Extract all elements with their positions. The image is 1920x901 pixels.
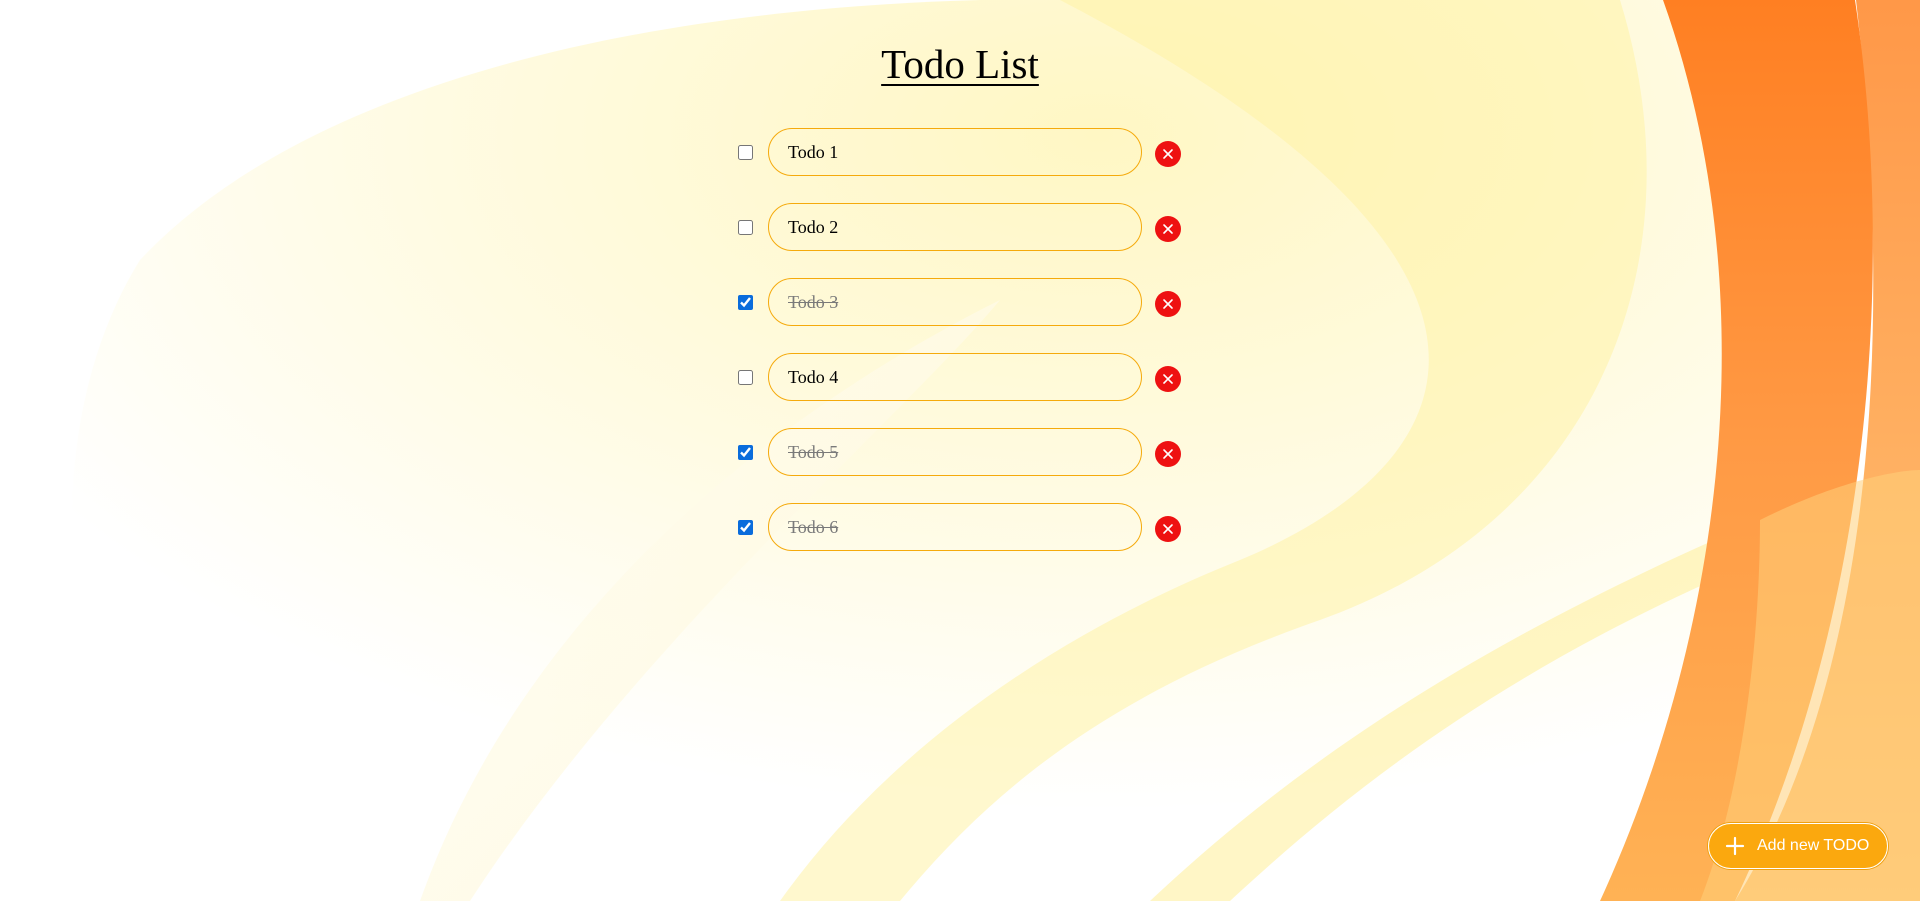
delete-todo-button[interactable] [1155, 441, 1181, 467]
todo-item [738, 353, 1184, 403]
close-icon [1163, 299, 1173, 309]
page-title: Todo List [881, 41, 1039, 87]
todo-checkbox[interactable] [738, 220, 753, 235]
close-icon [1163, 149, 1173, 159]
todo-text-field[interactable] [768, 428, 1142, 476]
todo-item [738, 428, 1184, 478]
todo-checkbox[interactable] [738, 145, 753, 160]
close-icon [1163, 524, 1173, 534]
close-icon [1163, 374, 1173, 384]
delete-todo-button[interactable] [1155, 291, 1181, 317]
todo-text-field[interactable] [768, 503, 1142, 551]
todo-text-field[interactable] [768, 203, 1142, 251]
delete-todo-button[interactable] [1155, 516, 1181, 542]
todo-item [738, 203, 1184, 253]
todo-item [738, 503, 1184, 553]
delete-todo-button[interactable] [1155, 216, 1181, 242]
todo-text-field[interactable] [768, 278, 1142, 326]
todo-checkbox[interactable] [738, 520, 753, 535]
plus-icon [1725, 836, 1745, 856]
todo-checkbox[interactable] [738, 370, 753, 385]
close-icon [1163, 224, 1173, 234]
close-icon [1163, 449, 1173, 459]
add-todo-label: Add new TODO [1757, 837, 1870, 854]
delete-todo-button[interactable] [1155, 366, 1181, 392]
add-todo-button[interactable]: Add new TODO [1708, 823, 1888, 869]
todo-item [738, 278, 1184, 328]
todo-list [738, 128, 1184, 578]
todo-item [738, 128, 1184, 178]
todo-text-field[interactable] [768, 353, 1142, 401]
todo-checkbox[interactable] [738, 445, 753, 460]
todo-checkbox[interactable] [738, 295, 753, 310]
todo-text-field[interactable] [768, 128, 1142, 176]
delete-todo-button[interactable] [1155, 141, 1181, 167]
